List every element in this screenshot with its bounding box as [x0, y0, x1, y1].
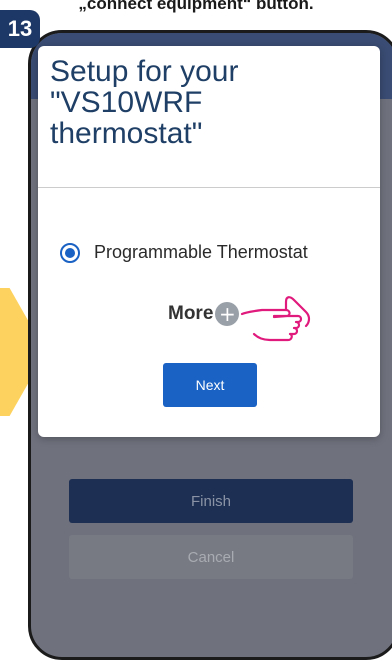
- dialog-divider: [38, 187, 380, 188]
- more-label: More: [168, 303, 214, 324]
- setup-dialog: Setup for your "VS10WRF thermostat" Prog…: [38, 46, 380, 437]
- pointing-hand-icon: [240, 296, 311, 342]
- step-number-badge: 13: [0, 10, 40, 48]
- next-button[interactable]: Next: [163, 363, 257, 407]
- radio-selected-icon[interactable]: [60, 242, 80, 263]
- radio-option-label: Programmable Thermostat: [94, 242, 308, 262]
- cancel-button[interactable]: Cancel: [69, 535, 353, 579]
- programmable-thermostat-option[interactable]: Programmable Thermostat: [60, 242, 308, 263]
- instruction-caption: „connect equipment“ button.: [78, 0, 314, 13]
- dialog-title: Setup for your "VS10WRF thermostat": [50, 55, 239, 150]
- finish-button[interactable]: Finish: [69, 479, 353, 523]
- radio-dot: [65, 247, 75, 258]
- plus-circle-icon[interactable]: +: [215, 302, 240, 326]
- more-button[interactable]: More +: [168, 302, 240, 326]
